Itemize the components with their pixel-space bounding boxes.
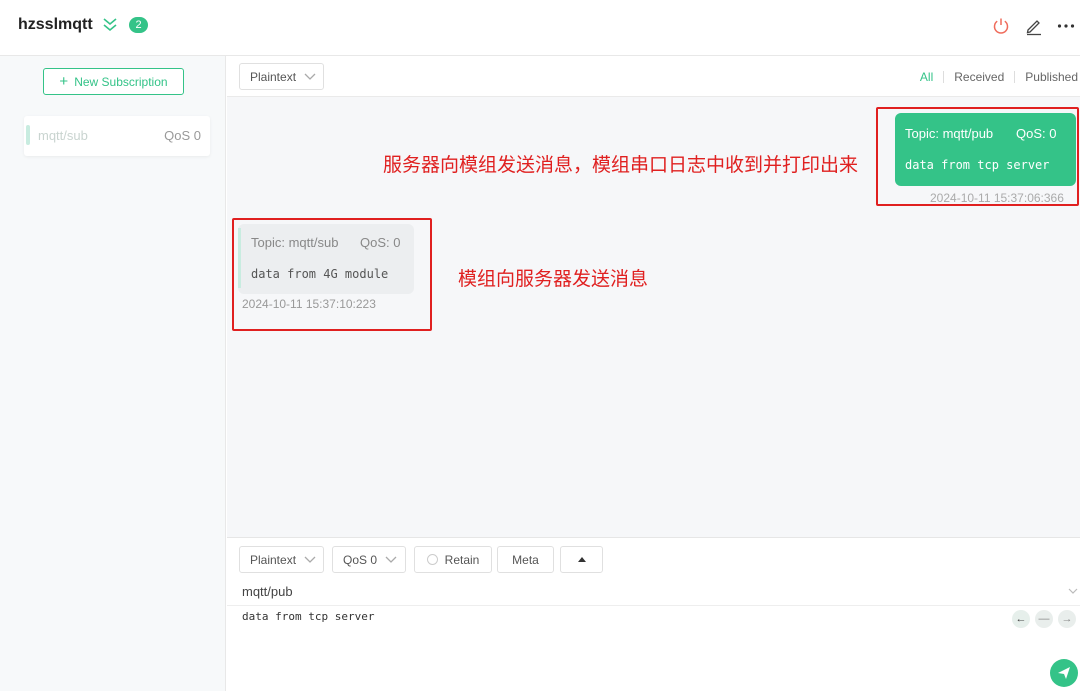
expand-button[interactable] [560, 546, 603, 573]
publish-format-select[interactable]: Plaintext [239, 546, 324, 573]
meta-button[interactable]: Meta [497, 546, 554, 573]
chevron-down-icon[interactable] [1068, 588, 1078, 595]
new-subscription-button[interactable]: + New Subscription [43, 68, 184, 95]
message-toolbar: Plaintext All Received Published [227, 56, 1080, 97]
subscription-item[interactable]: mqtt/sub QoS 0 [24, 116, 210, 156]
retain-radio [426, 554, 438, 565]
meta-label: Meta [512, 552, 539, 567]
retain-toggle[interactable]: Retain [414, 546, 492, 573]
message-list: Topic: mqtt/pub QoS: 0 data from tcp ser… [227, 97, 1080, 537]
publish-qos-select[interactable]: QoS 0 [332, 546, 406, 573]
connection-name: hzsslmqtt [18, 16, 93, 33]
tab-published[interactable]: Published [1015, 70, 1078, 84]
subscription-color-bar [26, 125, 30, 145]
subscriptions-sidebar: + New Subscription mqtt/sub QoS 0 [0, 56, 226, 691]
tab-received[interactable]: Received [944, 70, 1014, 84]
edit-icon[interactable] [1024, 16, 1044, 36]
payload-format-select[interactable]: Plaintext [239, 63, 324, 90]
publish-panel: Plaintext QoS 0 Retain Meta mqtt/pub dat… [227, 537, 1080, 691]
history-forward-icon[interactable]: → [1058, 610, 1076, 628]
payload-format-value: Plaintext [250, 69, 297, 84]
connection-header: hzsslmqtt 2 [0, 0, 1080, 56]
publish-payload-input[interactable]: data from tcp server [242, 610, 374, 623]
chevron-down-icon [304, 556, 316, 563]
published-annotation-text: 服务器向模组发送消息，模组串口日志中收到并打印出来 [383, 154, 859, 176]
more-icon[interactable] [1056, 16, 1076, 36]
send-button[interactable] [1050, 659, 1078, 687]
history-back-icon[interactable]: ← [1012, 610, 1030, 628]
chevron-down-icon [304, 73, 316, 80]
chevron-down-icon [385, 556, 397, 563]
message-filter-tabs: All Received Published [910, 70, 1078, 84]
caret-up-icon [577, 557, 586, 562]
received-annotation-text: 模组向服务器发送消息 [458, 268, 649, 290]
published-annotation-box [876, 107, 1079, 206]
received-annotation-box [232, 218, 432, 331]
retain-label: Retain [444, 552, 480, 567]
publish-topic-input[interactable]: mqtt/pub [242, 584, 293, 599]
plus-icon: + [59, 73, 69, 90]
publish-qos-value: QoS 0 [343, 552, 378, 567]
subscription-qos: QoS 0 [164, 128, 201, 143]
publish-format-value: Plaintext [250, 552, 297, 567]
tab-all[interactable]: All [910, 70, 943, 84]
power-icon[interactable] [991, 16, 1011, 36]
new-subscription-label: New Subscription [74, 74, 168, 89]
send-icon [1058, 667, 1070, 679]
connection-count-badge: 2 [129, 17, 148, 33]
subscription-topic: mqtt/sub [38, 128, 88, 143]
history-clear-icon[interactable]: — [1035, 610, 1053, 628]
publish-divider [227, 605, 1080, 606]
message-area: Plaintext All Received Published Topic: … [227, 56, 1080, 691]
collapse-icon[interactable] [101, 16, 119, 34]
